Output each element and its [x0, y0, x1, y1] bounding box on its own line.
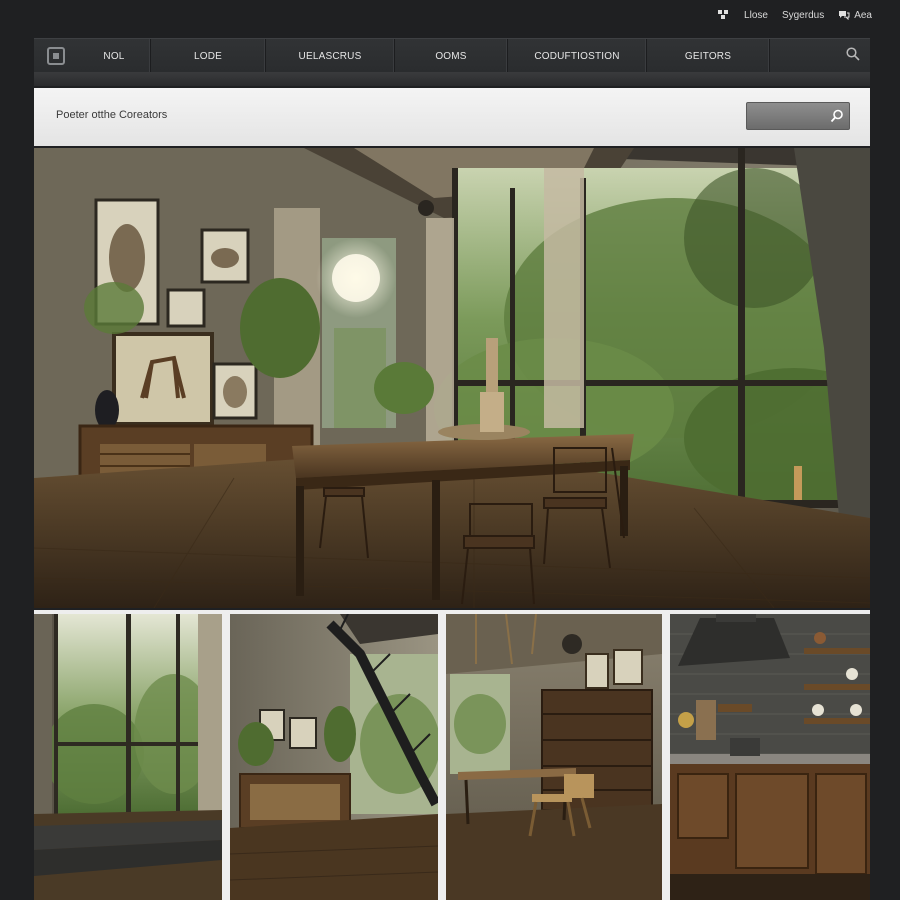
study-room-photo [446, 614, 662, 900]
utility-link-label: Sygerdus [781, 9, 825, 21]
thumbnail-1[interactable] [34, 614, 222, 900]
utility-link-3[interactable]: Sygerdus [782, 10, 824, 21]
nav-item-label: CODUFTIOSTION [534, 50, 620, 62]
utility-link-label: Llose [744, 9, 768, 21]
dining-room-photo [34, 148, 870, 608]
nav-divider [34, 72, 870, 86]
page: Llose Sygerdus Aea NOL LODE UELASCRUS OO… [0, 0, 900, 900]
thumbnail-2[interactable] [230, 614, 438, 900]
window-room-photo [34, 614, 222, 900]
nav-search-button[interactable] [770, 39, 870, 73]
utility-link-label: Aea [854, 9, 872, 21]
search-icon [846, 46, 860, 66]
grid-icon [718, 10, 730, 20]
search-panel-label: Poeter otthe Coreators [56, 109, 168, 121]
nav-item-label: LODE [193, 50, 223, 62]
utility-link-4[interactable]: Aea [838, 10, 872, 21]
utility-links: Llose Sygerdus Aea [718, 8, 872, 22]
search-icon[interactable] [830, 109, 844, 128]
nav-item-label: UELASCRUS [298, 50, 362, 62]
thumbnail-4[interactable] [670, 614, 870, 900]
kitchen-photo [670, 614, 870, 900]
nav-item-3[interactable]: UELASCRUS [266, 39, 395, 73]
chat-icon [838, 10, 850, 20]
search-panel: Poeter otthe Coreators [34, 88, 870, 146]
logo-square-icon [47, 47, 65, 65]
nav-item-label: NOL [103, 50, 125, 62]
nav-item-2[interactable]: LODE [151, 39, 266, 73]
staircase-room-photo [230, 614, 438, 900]
nav-item-1[interactable]: NOL [78, 39, 151, 73]
thumbnail-3[interactable] [446, 614, 662, 900]
nav-item-5[interactable]: CODUFTIOSTION [508, 39, 647, 73]
utility-link-1[interactable] [718, 10, 730, 20]
logo-button[interactable] [34, 39, 78, 73]
hero-image[interactable] [34, 148, 870, 608]
search-box[interactable] [746, 102, 850, 130]
utility-link-2[interactable]: Llose [744, 10, 768, 21]
nav-item-label: GEITORS [684, 50, 732, 62]
search-input[interactable] [751, 106, 825, 128]
nav-item-label: OOMS [435, 50, 467, 62]
thumbnail-strip [34, 610, 870, 900]
main-nav: NOL LODE UELASCRUS OOMS CODUFTIOSTION GE… [34, 38, 870, 73]
nav-item-6[interactable]: GEITORS [647, 39, 770, 73]
nav-item-4[interactable]: OOMS [395, 39, 508, 73]
